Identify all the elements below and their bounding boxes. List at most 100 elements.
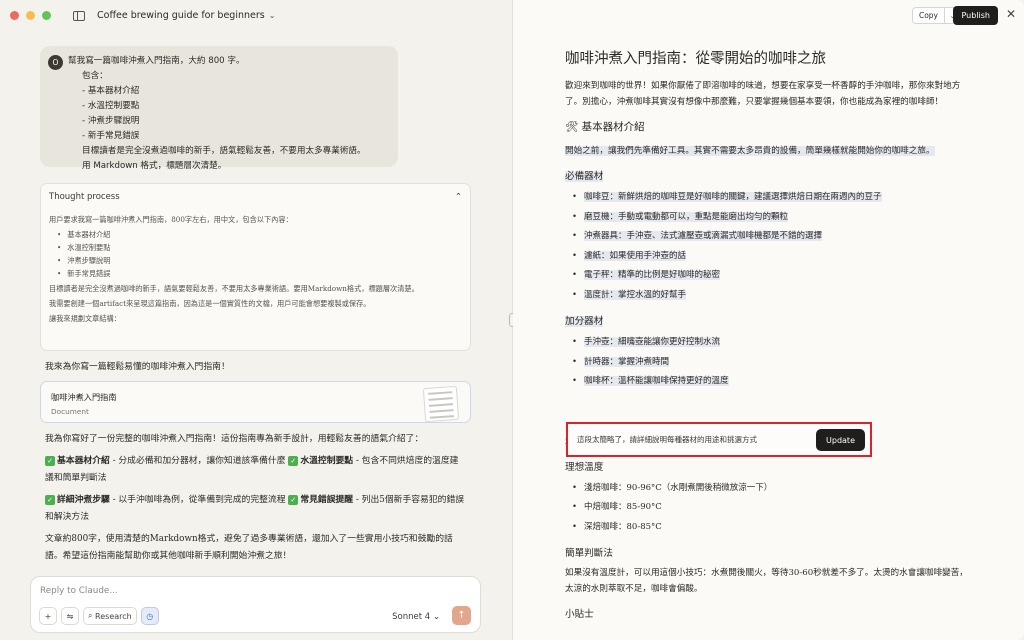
close-icon[interactable]: ✕ — [1006, 7, 1016, 21]
publish-button[interactable]: Publish — [953, 6, 998, 25]
chevron-up-icon: ⌃ — [454, 191, 462, 202]
inline-edit-popup: 這段太簡略了，請詳細說明每種器材的用途和挑選方式 Update — [566, 422, 872, 457]
update-button[interactable]: Update — [816, 429, 865, 451]
thought-process-title: Thought process — [49, 191, 120, 202]
thought-process-panel: Thought process ⌃ 用戶要求我寫一篇咖啡沖煮入門指南，800字左… — [40, 183, 471, 351]
list-item: 磨豆機：手動或電動都可以，重點是能磨出均勻的顆粒 — [572, 208, 970, 228]
highlighted-text: 必備器材 — [565, 171, 604, 182]
thought-paragraph: 目標讀者是完全沒煮過咖啡的新手，語氣要輕鬆友善，不要用太多專業術語。要用Mark… — [49, 284, 419, 293]
highlighted-text: 咖啡豆：新鮮烘焙的咖啡豆是好咖啡的關鍵，建議選擇烘焙日期在兩週內的豆子 — [584, 192, 882, 202]
highlighted-text: 電子秤：精準的比例是好咖啡的秘密 — [584, 270, 721, 280]
artifact-pane: Copy ⌄ Publish ✕ 咖啡沖煮入門指南：從零開始的咖啡之旅 歡迎來到… — [513, 0, 1024, 640]
user-message-line: - 基本器材介紹 — [82, 86, 140, 96]
user-message-line: 用 Markdown 格式，標題層次清楚。 — [82, 161, 227, 171]
edit-prompt-input[interactable]: 這段太簡略了，請詳細說明每種器材的用途和挑選方式 — [577, 434, 757, 445]
reply-bold: 常見錯誤提醒 — [300, 495, 354, 505]
avatar: O — [48, 55, 63, 70]
doc-equipment-intro: 開始之前，讓我們先準備好工具。其實不需要太多昂貴的設備，簡單幾樣就能開始你的咖啡… — [565, 143, 970, 159]
search-icon: ⌕ — [88, 611, 93, 620]
reply-bold: 水溫控制要點 — [300, 456, 354, 466]
doc-heading-required: 必備器材 — [565, 168, 970, 182]
list-item: 沖煮器具：手沖壺、法式濾壓壺或滴漏式咖啡機都是不錯的選擇 — [572, 227, 970, 247]
artifact-title: 咖啡沖煮入門指南 — [51, 392, 117, 402]
highlighted-text: 磨豆機：手動或電動都可以，重點是能磨出均勻的顆粒 — [584, 211, 789, 222]
thought-paragraph: 我需要創建一個artifact來呈現這篇指南，因為這是一個實質性的文檔，用戶可能… — [49, 299, 371, 308]
doc-heading-judge: 簡單判斷法 — [565, 548, 613, 559]
reply-input[interactable]: Reply to Claude... — [40, 586, 118, 596]
plus-icon: + — [44, 611, 52, 621]
copy-button[interactable]: Copy — [913, 8, 944, 23]
tools-button[interactable]: ⇋ — [61, 607, 79, 625]
list-item: 電子秤：精準的比例是好咖啡的秘密 — [572, 266, 970, 286]
highlighted-text: 手沖壺：細嘴壺能讓你更好控制水流 — [584, 337, 721, 347]
doc-judge-text: 如果沒有溫度計，可以用這個小技巧：水煮開後關火，等待30-60秒就差不多了。太燙… — [565, 568, 968, 594]
composer-tools: + ⇋ ⌕ Research ◷ — [39, 607, 159, 625]
reply-composer: Reply to Claude... + ⇋ ⌕ Research ◷ Sonn… — [30, 576, 481, 633]
window-controls — [10, 11, 51, 20]
app-window: Coffee brewing guide for beginners ⌄ O 幫… — [0, 0, 1024, 640]
doc-heading-more: 小貼士 — [565, 609, 594, 620]
sidebar-toggle-icon[interactable] — [73, 10, 85, 21]
doc-intro: 歡迎來到咖啡的世界！如果你厭倦了即溶咖啡的味道，想要在家享受一杯香醇的手沖咖啡，… — [565, 81, 961, 107]
list-item: 溫度計：掌控水溫的好幫手 — [572, 286, 970, 306]
research-button[interactable]: ⌕ Research — [83, 607, 137, 625]
artifact-document: 咖啡沖煮入門指南：從零開始的咖啡之旅 歡迎來到咖啡的世界！如果你厭倦了即溶咖啡的… — [565, 47, 970, 626]
model-selector[interactable]: Sonnet 4 ⌄ — [392, 612, 440, 622]
extended-thinking-button[interactable]: ◷ — [140, 607, 159, 625]
reply-paragraph: 文章約800字，使用清楚的Markdown格式，避免了過多專業術語，還加入了一些… — [45, 534, 453, 561]
reply-bold: 基本器材介紹 — [57, 456, 110, 466]
doc-title: 咖啡沖煮入門指南：從零開始的咖啡之旅 — [565, 51, 826, 67]
reply-paragraph: ✓ 基本器材介紹 - 分成必備和加分器材，讓你知道該準備什麼 ✓ 水溫控制要點 - … — [45, 453, 465, 487]
document-thumbnail-icon — [422, 385, 460, 423]
send-button[interactable]: ↑ — [452, 606, 471, 625]
assistant-intro: 我來為你寫一篇輕鬆易懂的咖啡沖煮入門指南！ — [45, 362, 230, 372]
highlighted-text: 咖啡杯：溫杯能讓咖啡保持更好的溫度 — [584, 376, 729, 386]
optional-list: 手沖壺：細嘴壺能讓你更好控制水流 計時器：掌握沖煮時間 咖啡杯：溫杯能讓咖啡保持… — [565, 333, 970, 392]
list-item: 咖啡杯：溫杯能讓咖啡保持更好的溫度 — [572, 372, 970, 392]
highlighted-text: 計時器：掌握沖煮時間 — [584, 356, 670, 367]
user-message-line: 幫我寫一篇咖啡沖煮入門指南，大約 800 字。 — [68, 56, 245, 66]
chevron-down-icon: ⌄ — [432, 612, 440, 622]
add-attachment-button[interactable]: + — [39, 607, 57, 625]
required-list: 咖啡豆：新鮮烘焙的咖啡豆是好咖啡的關鍵，建議選擇烘焙日期在兩週內的豆子 磨豆機：… — [565, 188, 970, 305]
maximize-window-button[interactable] — [42, 11, 51, 20]
close-window-button[interactable] — [10, 11, 19, 20]
thought-intro: 用戶要求我寫一篇咖啡沖煮入門指南，800字左右，用中文，包含以下內容： — [49, 215, 293, 224]
check-icon: ✓ — [45, 456, 55, 466]
artifact-type: Document — [51, 407, 89, 416]
doc-heading-equipment: 🛠 基本器材介紹 — [565, 121, 645, 133]
check-icon: ✓ — [45, 495, 55, 505]
research-label: Research — [95, 611, 132, 621]
check-icon: ✓ — [288, 495, 299, 505]
thought-item: 基本器材介紹 — [57, 228, 462, 241]
highlighted-text: 濾紙：如果使用手沖壺的話 — [584, 250, 687, 261]
list-item: 濾紙：如果使用手沖壺的話 — [572, 247, 970, 267]
reply-bold: 詳細沖煮步驟 — [57, 495, 110, 505]
highlighted-text: 沖煮器具：手沖壺、法式濾壓壺或滴漏式咖啡機都是不錯的選擇 — [584, 231, 823, 241]
user-message-line: 目標讀者是完全沒煮過咖啡的新手，語氣輕鬆友善，不要用太多專業術語。 — [82, 146, 366, 156]
list-item: 淺焙咖啡：90-96°C（水剛煮開後稍微放涼一下） — [572, 479, 970, 499]
model-name: Sonnet 4 — [392, 612, 431, 622]
reply-text: - 分成必備和加分器材，讓你知道該準備什麼 — [109, 456, 289, 466]
reply-paragraph: ✓ 詳細沖煮步驟 - 以手沖咖啡為例，從準備到完成的完整流程 ✓ 常見錯誤提醒 - … — [45, 492, 465, 526]
artifact-toolbar: Copy ⌄ Publish ✕ — [513, 0, 1024, 31]
assistant-reply: 我為你寫好了一份完整的咖啡沖煮入門指南！這份指南專為新手設計，用輕鬆友善的語氣介… — [45, 431, 465, 570]
conversation-title[interactable]: Coffee brewing guide for beginners — [97, 10, 265, 21]
doc-heading-optional: 加分器材 — [565, 313, 970, 327]
list-item: 深焙咖啡：80-85°C — [572, 518, 970, 538]
list-item: 中焙咖啡：85-90°C — [572, 498, 970, 518]
highlighted-text: 加分器材 — [565, 316, 604, 327]
thought-item: 水溫控制要點 — [57, 241, 462, 254]
chat-pane: Coffee brewing guide for beginners ⌄ O 幫… — [0, 0, 512, 640]
check-icon: ✓ — [288, 456, 299, 466]
artifact-card[interactable]: 咖啡沖煮入門指南 Document — [40, 381, 471, 423]
list-item: 計時器：掌握沖煮時間 — [572, 353, 970, 373]
chevron-down-icon[interactable]: ⌄ — [269, 11, 276, 20]
minimize-window-button[interactable] — [26, 11, 35, 20]
highlighted-text: 溫度計：掌控水溫的好幫手 — [584, 289, 687, 300]
thought-process-body: 用戶要求我寫一篇咖啡沖煮入門指南，800字左右，用中文，包含以下內容： 基本器材… — [41, 209, 470, 329]
user-message-line: - 沖煮步驟說明 — [82, 116, 140, 126]
thought-item: 新手常見錯誤 — [57, 267, 462, 280]
list-item: 手沖壺：細嘴壺能讓你更好控制水流 — [572, 333, 970, 353]
thought-process-toggle[interactable]: Thought process ⌃ — [41, 184, 470, 209]
